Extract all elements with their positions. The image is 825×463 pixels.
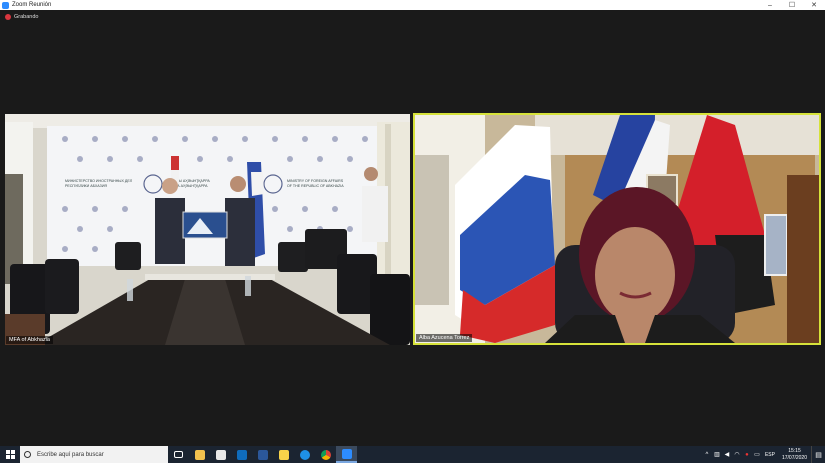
volume-icon[interactable]: ◀ xyxy=(722,451,732,458)
video-tile-mfa-abkhazia[interactable]: МИНИСТЕРСТВО ИНОСТРАННЫХ ДЕЛ РЕСПУБЛИКИ … xyxy=(5,114,410,345)
search-icon xyxy=(24,451,31,458)
window-title: Zoom Reunión xyxy=(12,2,52,8)
participant-name-tag: MFA of Abkhazia xyxy=(6,336,53,344)
video-feed-office xyxy=(415,115,819,343)
wifi-icon[interactable]: ◠ xyxy=(732,451,742,458)
sticky-notes-icon[interactable] xyxy=(273,446,294,463)
windows-logo-icon xyxy=(5,450,15,459)
system-tray: ^ ▥ ◀ ◠ ● ▭ ESP 15:15 17/07/2020 ▤ xyxy=(702,446,825,463)
window-controls: – ☐ ✕ xyxy=(759,0,825,10)
video-tile-alba-azucena-torrez[interactable]: Alba Azucena Torrez xyxy=(413,113,821,345)
word-icon[interactable] xyxy=(252,446,273,463)
language-indicator[interactable]: ESP xyxy=(765,452,775,458)
meeting-stage: Grabando МИНИСТЕРСТВО ИНОСТРАННЫХ ДЕЛ РЕ… xyxy=(0,10,825,446)
task-view-icon[interactable] xyxy=(168,446,189,463)
video-feed-conference-room: МИНИСТЕРСТВО ИНОСТРАННЫХ ДЕЛ РЕСПУБЛИКИ … xyxy=(5,114,410,345)
antivirus-icon[interactable]: ● xyxy=(742,452,752,458)
recording-indicator: Grabando xyxy=(5,14,38,20)
svg-text:MINISTRY OF FOREIGN AFFAIRS: MINISTRY OF FOREIGN AFFAIRS xyxy=(287,179,344,183)
start-button[interactable] xyxy=(0,446,20,463)
taskbar-search-box[interactable]: Escribe aquí para buscar xyxy=(20,446,168,463)
record-icon xyxy=(5,14,11,20)
participant-name-tag: Alba Azucena Torrez xyxy=(416,334,473,342)
notification-center-icon[interactable]: ▤ xyxy=(811,446,825,463)
minimize-button[interactable]: – xyxy=(759,0,781,10)
svg-text:МИНИСТЕРСТВО ИНОСТРАННЫХ ДЕЛ: МИНИСТЕРСТВО ИНОСТРАННЫХ ДЕЛ xyxy=(65,179,133,183)
clock-date: 17/07/2020 xyxy=(781,454,807,461)
chevron-up-icon[interactable]: ^ xyxy=(702,452,712,458)
network-icon[interactable]: ▥ xyxy=(712,451,722,458)
chrome-icon[interactable] xyxy=(315,446,336,463)
close-button[interactable]: ✕ xyxy=(803,0,825,10)
store-icon[interactable] xyxy=(210,446,231,463)
battery-icon[interactable]: ▭ xyxy=(752,451,762,458)
taskbar-clock[interactable]: 15:15 17/07/2020 xyxy=(782,448,807,461)
zoom-taskbar-icon[interactable] xyxy=(336,446,357,463)
maximize-button[interactable]: ☐ xyxy=(781,0,803,10)
file-explorer-icon[interactable] xyxy=(189,446,210,463)
recording-label: Grabando xyxy=(14,14,39,20)
svg-text:РЕСПУБЛИКИ АБХАЗИЯ: РЕСПУБЛИКИ АБХАЗИЯ xyxy=(65,184,107,188)
windows-taskbar: Escribe aquí para buscar ^ ▥ ◀ ◠ ● ▭ ESP… xyxy=(0,446,825,463)
window-titlebar: Zoom Reunión – ☐ ✕ xyxy=(0,0,825,10)
svg-text:OF THE REPUBLIC OF ABKHAZIA: OF THE REPUBLIC OF ABKHAZIA xyxy=(287,184,344,188)
search-placeholder: Escribe aquí para buscar xyxy=(37,451,104,458)
mail-icon[interactable] xyxy=(231,446,252,463)
zoom-app-icon xyxy=(2,1,9,9)
edge-icon[interactable] xyxy=(294,446,315,463)
